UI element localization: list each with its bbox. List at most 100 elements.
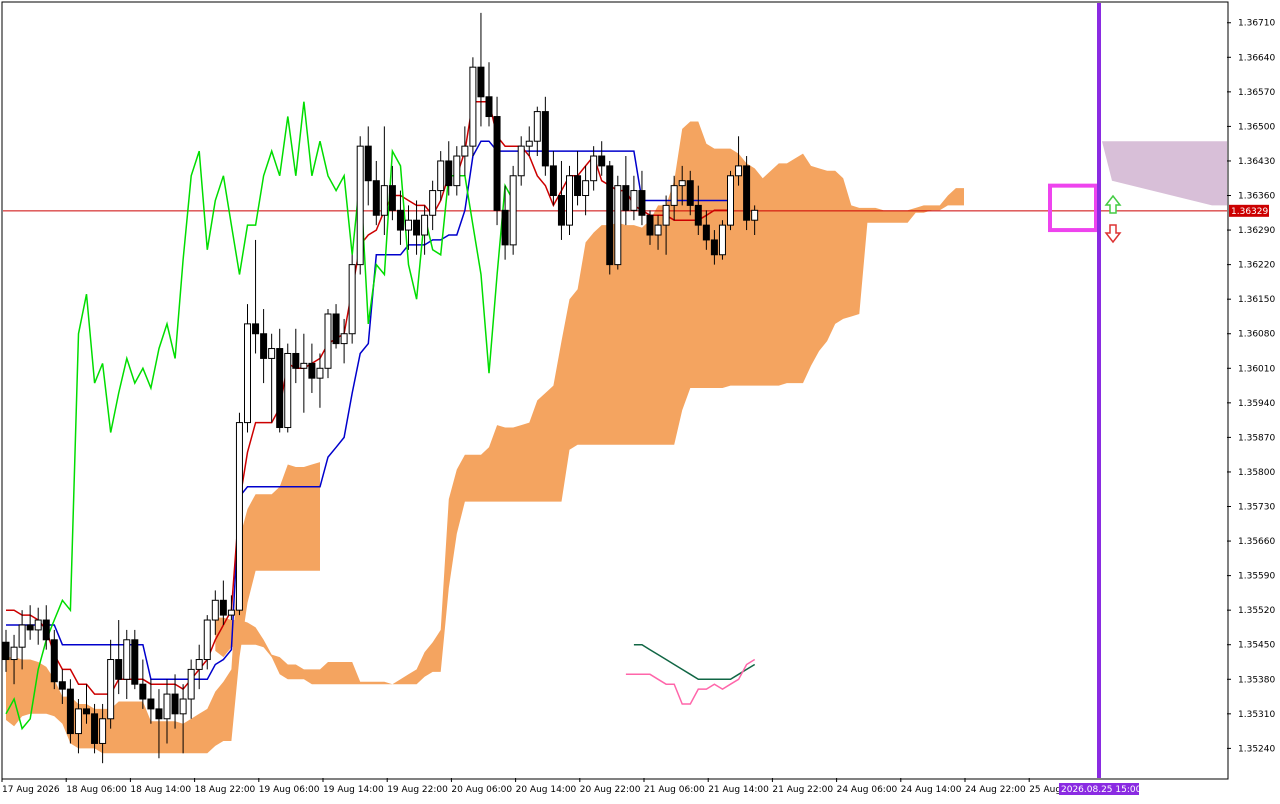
candle-body-bear — [493, 116, 501, 211]
candle-body-bull — [437, 160, 445, 192]
candle — [743, 156, 751, 231]
y-tick-label: 1.35940 — [1238, 399, 1275, 409]
y-tick-label: 1.35660 — [1238, 537, 1275, 547]
candle-body-bear — [686, 180, 694, 206]
candle-body-bear — [276, 348, 284, 429]
y-tick-label: 1.35380 — [1238, 675, 1275, 685]
candle-body-bull — [356, 145, 364, 266]
candle-body-bull — [284, 352, 292, 429]
x-tick-label: 25 Aug — [1029, 785, 1061, 795]
y-tick-label: 1.36570 — [1238, 88, 1275, 98]
candle-body-bull — [590, 155, 598, 182]
chart-window[interactable]: 1.36710 1.36640 1.36570 1.36500 1.36430 1.363… — [0, 0, 1280, 800]
candle-body-bull — [316, 367, 324, 379]
candle-body-bull — [324, 313, 332, 369]
x-tick-label: 18 Aug 06:00 — [66, 785, 127, 795]
x-tick-label: 19 Aug 14:00 — [323, 785, 384, 795]
candle-body-bear — [598, 155, 606, 167]
x-tick-label: 21 Aug 14:00 — [708, 785, 769, 795]
candle-body-bull — [566, 175, 573, 226]
candle-body-bear — [2, 641, 10, 661]
y-tick-label: 1.35730 — [1238, 503, 1275, 513]
candle-body-bull — [163, 693, 171, 720]
candle-body-bull — [421, 214, 429, 236]
candle-body-bull — [18, 624, 26, 648]
y-tick-label: 1.35520 — [1238, 606, 1275, 616]
candle-body-bull — [179, 698, 187, 715]
y-tick-label: 1.36710 — [1238, 19, 1275, 29]
candle-body-bull — [348, 264, 356, 335]
candle — [718, 220, 726, 260]
candle-body-bear — [147, 698, 155, 710]
candle — [244, 304, 251, 433]
candle-body-bull — [300, 362, 308, 369]
candle — [348, 254, 356, 344]
x-tick-label: 20 Aug 22:00 — [580, 785, 641, 795]
candle-body-bear — [139, 683, 147, 700]
candle-body-bull — [227, 609, 235, 616]
y-tick-label: 1.35450 — [1238, 641, 1275, 651]
candle-body-bull — [718, 224, 726, 256]
x-tick-label: 21 Aug 06:00 — [644, 785, 705, 795]
candle-body-bull — [670, 185, 678, 206]
candle-body-bear — [710, 239, 718, 256]
candle-body-bear — [171, 693, 179, 715]
candle-body-bull — [187, 668, 195, 700]
candle-body-bull — [469, 66, 477, 147]
candle-body-bear — [396, 209, 404, 231]
candle-body-bull — [678, 180, 686, 187]
candle-body-bull — [751, 209, 759, 221]
candle-body-bull — [340, 333, 348, 345]
candle-body-bull — [10, 646, 18, 661]
y-tick-label: 1.36360 — [1238, 192, 1275, 202]
candle-body-bear — [743, 165, 751, 221]
y-tick-label: 1.36500 — [1238, 122, 1275, 132]
candle-body-bull — [107, 659, 115, 720]
candle-body-bear — [557, 195, 565, 226]
candle-body-bear — [50, 639, 58, 683]
candle-body-bear — [388, 185, 396, 211]
candle — [356, 136, 364, 275]
x-tick-label: 17 Aug 2026 — [2, 785, 60, 795]
candle — [727, 170, 734, 231]
candle — [66, 679, 74, 744]
candle — [469, 57, 477, 157]
y-tick-label: 1.36430 — [1238, 157, 1275, 167]
candle-body-bear — [115, 659, 123, 680]
candle-body-bear — [606, 165, 614, 266]
candle — [566, 165, 573, 236]
candle-body-bull — [211, 599, 219, 621]
candle-body-bull — [630, 190, 638, 211]
candle-body-bear — [622, 185, 630, 211]
x-tick-label: 21 Aug 22:00 — [772, 785, 833, 795]
y-tick-label: 1.35800 — [1238, 468, 1275, 478]
candle-body-bear — [131, 639, 139, 685]
candle-body-bull — [195, 659, 203, 670]
candle-body-bull — [405, 219, 412, 231]
candle-body-bear — [485, 96, 493, 118]
x-tick-label: 18 Aug 14:00 — [130, 785, 191, 795]
y-tick-label: 1.35240 — [1238, 744, 1275, 754]
x-tick-label: 19 Aug 06:00 — [259, 785, 320, 795]
candle-body-bull — [517, 145, 525, 177]
candle-body-bear — [372, 180, 380, 216]
candle-body-bear — [638, 190, 646, 216]
candle-body-bear — [501, 209, 509, 246]
x-tick-label: 18 Aug 22:00 — [195, 785, 256, 795]
price-chart[interactable]: 1.36710 1.36640 1.36570 1.36500 1.36430 1.363… — [0, 0, 1280, 800]
candle-body-bull — [235, 422, 243, 611]
cursor-time-label: 2026.08.25 15:00 — [1061, 785, 1142, 795]
y-tick-label: 1.36220 — [1238, 261, 1275, 271]
candle-body-bull — [203, 619, 211, 661]
candle — [235, 412, 243, 616]
y-tick-label: 1.36640 — [1238, 53, 1275, 63]
x-tick-label: 20 Aug 14:00 — [516, 785, 577, 795]
candle-body-bull — [123, 639, 131, 680]
x-tick-label: 24 Aug 06:00 — [837, 785, 898, 795]
candle-body-bear — [646, 214, 654, 236]
candle-body-bear — [702, 224, 710, 241]
y-tick-label: 1.35870 — [1238, 433, 1275, 443]
candle — [284, 343, 292, 433]
y-tick-label: 1.36150 — [1238, 295, 1275, 305]
candle-body-bear — [549, 165, 557, 197]
